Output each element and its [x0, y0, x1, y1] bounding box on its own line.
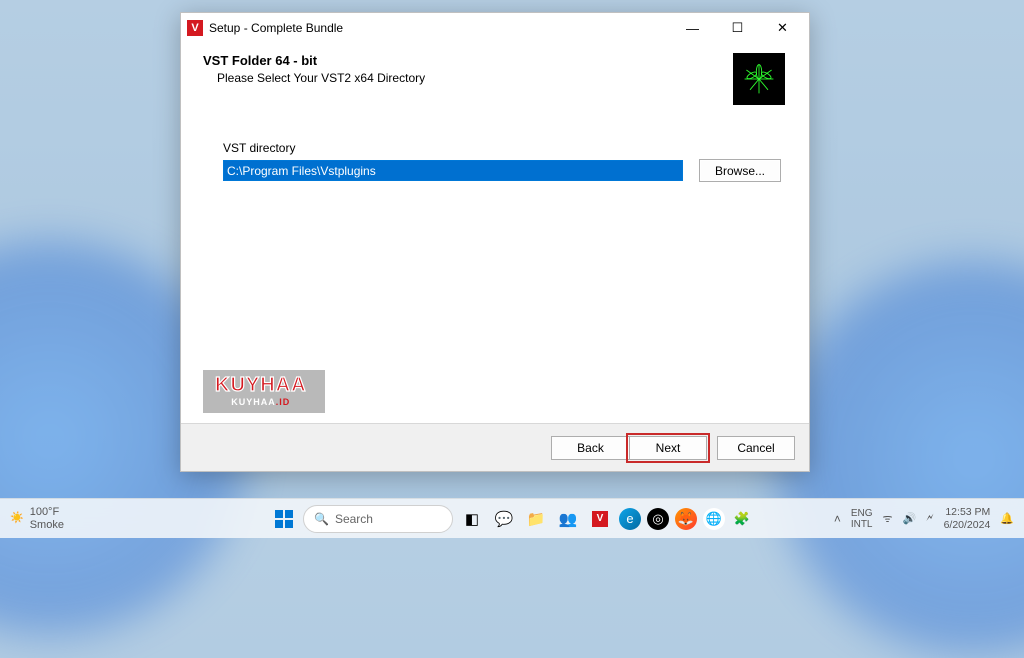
clock[interactable]: 12:53 PM 6/20/2024 [944, 506, 991, 531]
taskbar-search[interactable]: 🔍 Search [303, 505, 453, 533]
app-icon: V [187, 20, 203, 36]
directory-input[interactable] [223, 160, 683, 181]
window-title: Setup - Complete Bundle [209, 21, 670, 35]
edge-icon[interactable]: e [619, 508, 641, 530]
wizard-footer: Back Next Cancel [181, 423, 809, 471]
chrome-icon[interactable]: 🌐 [703, 508, 725, 530]
battery-icon[interactable]: 🗲 [926, 512, 933, 525]
taskbar[interactable]: ☀️ 100°F Smoke 🔍 Search ◧ 💬 📁 👥 V e ◎ 🦊 … [0, 498, 1024, 538]
back-button[interactable]: Back [551, 436, 629, 460]
notifications-icon[interactable]: 🔔 [1000, 512, 1014, 525]
taskbar-center: 🔍 Search ◧ 💬 📁 👥 V e ◎ 🦊 🌐 🧩 [271, 505, 753, 533]
directory-label: VST directory [223, 141, 781, 155]
watermark-text: KUYHAA [215, 374, 307, 397]
wifi-icon[interactable]: ᯤ [883, 511, 893, 526]
page-title: VST Folder 64 - bit [203, 53, 733, 68]
installer-taskbar-icon[interactable]: V [587, 506, 613, 532]
next-button[interactable]: Next [629, 436, 707, 460]
firefox-icon[interactable]: 🦊 [675, 508, 697, 530]
page-subtitle: Please Select Your VST2 x64 Directory [217, 71, 733, 85]
chat-icon[interactable]: 💬 [491, 506, 517, 532]
tray-overflow-icon[interactable]: ˄ [834, 512, 841, 526]
setup-window: V Setup - Complete Bundle — ☐ ✕ VST Fold… [180, 12, 810, 472]
leaf-icon [741, 61, 777, 97]
task-view-button[interactable]: ◧ [459, 506, 485, 532]
volume-icon[interactable]: 🔊 [903, 512, 917, 525]
weather-icon: ☀️ [10, 512, 24, 524]
teams-icon[interactable]: 👥 [555, 506, 581, 532]
browse-button[interactable]: Browse... [699, 159, 781, 182]
minimize-button[interactable]: — [670, 14, 715, 42]
titlebar[interactable]: V Setup - Complete Bundle — ☐ ✕ [181, 13, 809, 43]
close-button[interactable]: ✕ [760, 14, 805, 42]
explorer-icon[interactable]: 📁 [523, 506, 549, 532]
app-icon-misc[interactable]: 🧩 [731, 508, 753, 530]
language-indicator[interactable]: ENGINTL [851, 508, 873, 530]
wizard-header: VST Folder 64 - bit Please Select Your V… [181, 43, 809, 111]
weather-temp: 100°F [30, 506, 64, 518]
watermark: KUYHAA KUYHAA.ID [203, 370, 325, 413]
system-tray: ˄ ENGINTL ᯤ 🔊 🗲 12:53 PM 6/20/2024 🔔 [834, 506, 1014, 531]
search-placeholder: Search [335, 512, 373, 526]
desktop-bloom-right [774, 258, 1024, 658]
weather-condition: Smoke [30, 519, 64, 531]
start-button[interactable] [271, 506, 297, 532]
watermark-subtext: KUYHAA.ID [215, 397, 307, 407]
wizard-banner-image [733, 53, 785, 105]
dell-icon[interactable]: ◎ [647, 508, 669, 530]
maximize-button[interactable]: ☐ [715, 14, 760, 42]
weather-widget[interactable]: ☀️ 100°F Smoke [10, 506, 64, 530]
search-icon: 🔍 [314, 512, 329, 526]
cancel-button[interactable]: Cancel [717, 436, 795, 460]
